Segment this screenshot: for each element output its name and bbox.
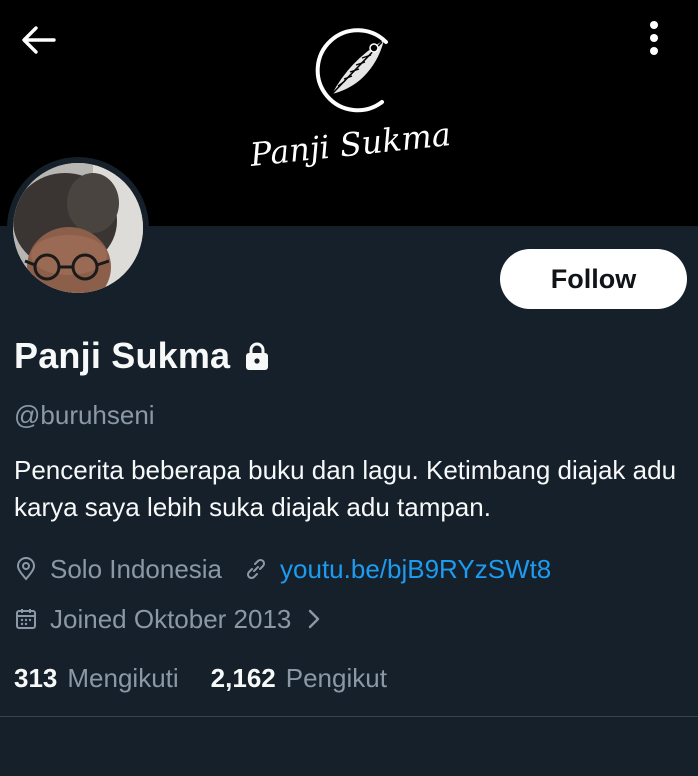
joined-date: Joined Oktober 2013	[50, 603, 292, 634]
profile-bio: Pencerita beberapa buku dan lagu. Ketimb…	[14, 455, 677, 522]
back-button[interactable]	[20, 20, 64, 60]
profile-meta-location-website: Solo Indonesia youtu.be/bjB9RYzSWt8	[14, 552, 551, 586]
follow-stats: 313 Mengikuti 2,162 Pengikut	[14, 660, 387, 696]
avatar[interactable]	[13, 163, 143, 293]
map-pin-icon	[16, 557, 36, 581]
name-row: Panji Sukma	[14, 333, 270, 379]
user-handle: @buruhseni	[14, 400, 155, 430]
svg-text:Panji Sukma: Panji Sukma	[247, 115, 452, 174]
divider	[0, 716, 698, 717]
follow-button[interactable]: Follow	[500, 249, 687, 309]
followers-label: Pengikut	[285, 662, 387, 693]
link-icon	[247, 558, 266, 580]
calendar-icon	[16, 609, 36, 629]
followers-stat[interactable]: 2,162 Pengikut	[211, 663, 387, 694]
vertical-ellipsis-icon	[650, 21, 658, 55]
arrow-left-icon	[22, 26, 56, 54]
chevron-right-icon[interactable]	[305, 608, 323, 630]
website-link[interactable]: youtu.be/bjB9RYzSWt8	[280, 554, 551, 585]
profile-page: Panji Sukma Follow Panji Sukma @buruhsen…	[0, 0, 698, 776]
location-text: Solo Indonesia	[50, 553, 223, 584]
avatar-photo	[13, 163, 143, 293]
following-count: 313	[14, 662, 58, 693]
following-label: Mengikuti	[67, 662, 179, 693]
followers-count: 2,162	[210, 662, 276, 693]
profile-meta-joined[interactable]: Joined Oktober 2013	[14, 602, 323, 636]
more-options-button[interactable]	[636, 16, 672, 60]
banner-logo: Panji Sukma	[247, 28, 453, 174]
display-name: Panji Sukma	[14, 335, 231, 376]
following-stat[interactable]: 313 Mengikuti	[14, 663, 179, 694]
avatar-ring[interactable]	[7, 157, 149, 299]
lock-icon	[246, 342, 269, 370]
